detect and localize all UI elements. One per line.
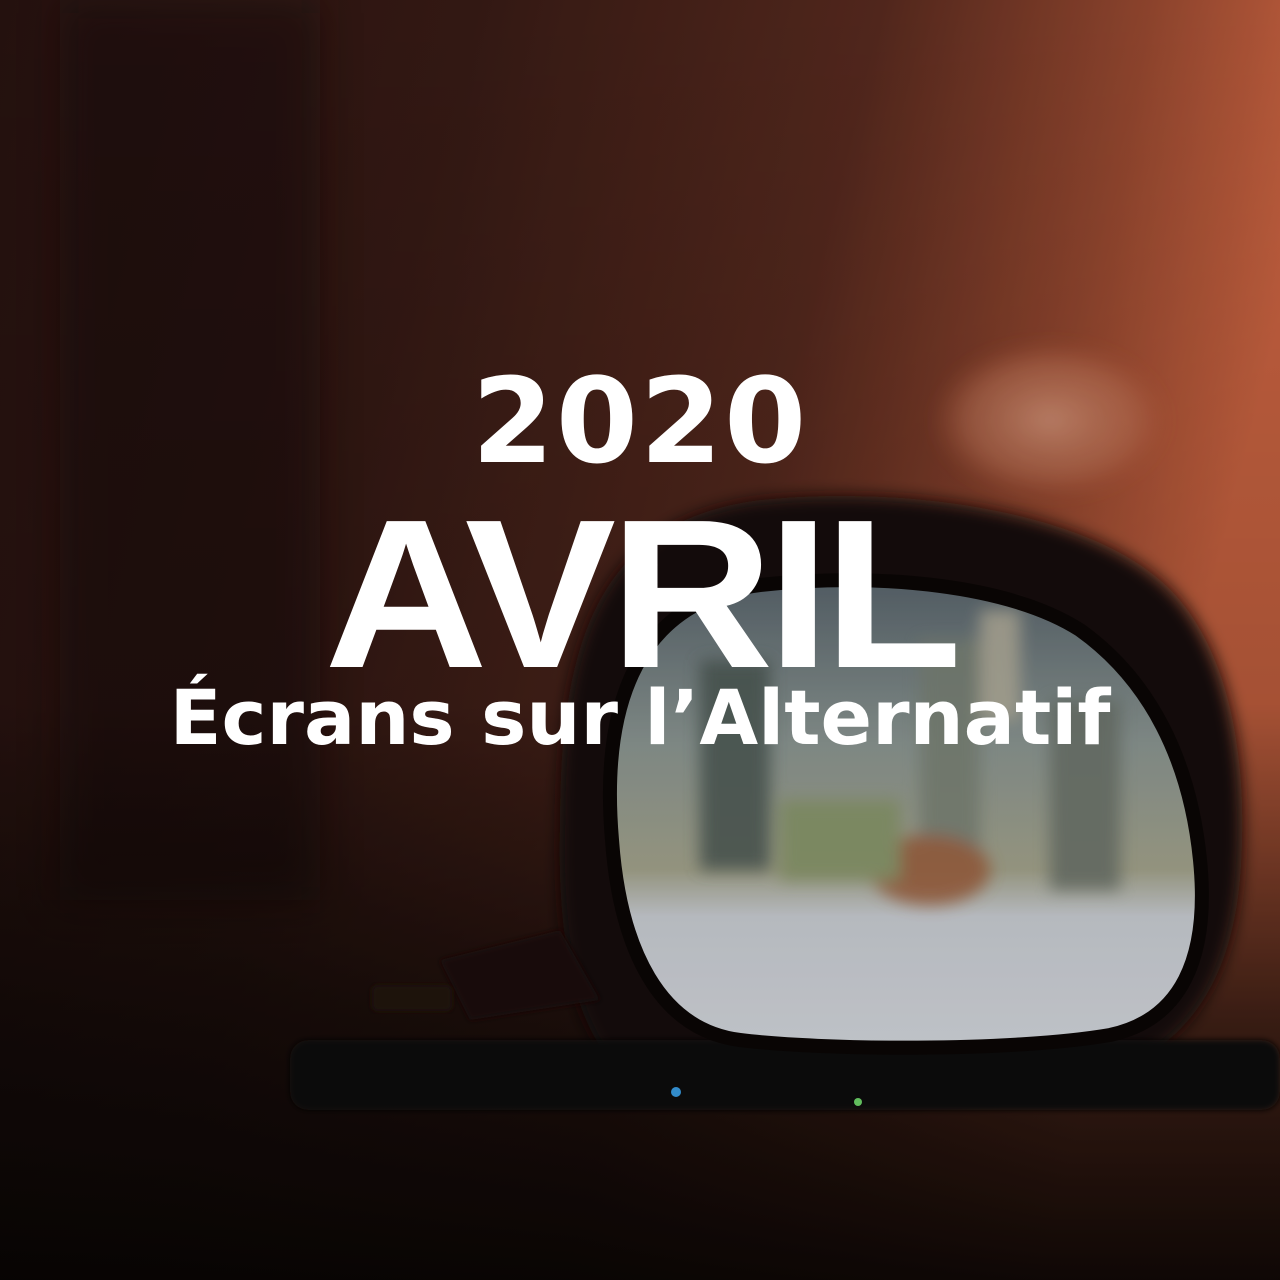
background-photo (0, 0, 1280, 1280)
poster: 2020 AVRIL Écrans sur l’Alternatif (0, 0, 1280, 1280)
